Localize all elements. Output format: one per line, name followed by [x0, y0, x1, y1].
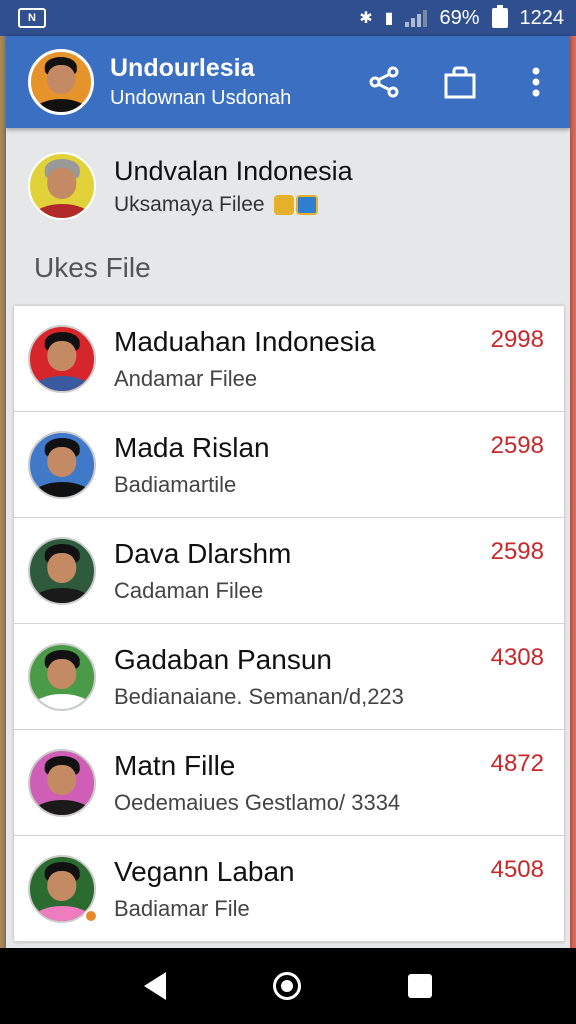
avatar[interactable] [28, 49, 94, 115]
contact-name: Vegann Laban [114, 855, 295, 887]
share-icon [369, 66, 399, 98]
money-bag-icon [274, 194, 295, 215]
contact-subtitle: Andamar Filee [114, 365, 258, 391]
status-badge [84, 909, 98, 923]
list-item[interactable]: Vegann Laban Badiamar File 4508 [14, 836, 564, 942]
list-item[interactable]: Gadaban Pansun Bedianaiane. Semanan/d,22… [14, 624, 564, 730]
contact-subtitle: Oedemaiues Gestlamo/ 3334 [114, 789, 401, 815]
home-icon[interactable] [272, 972, 301, 1000]
profile-name: Undvalan Indonesia [114, 155, 353, 186]
contact-name: Gadaban Pansun [114, 643, 332, 675]
battery-percent: 69% [439, 6, 480, 29]
contact-subtitle: Cadaman Filee [114, 577, 264, 603]
app-bar: Undourlesia Undownan Usdonah [6, 36, 570, 128]
contact-subtitle: Bedianaiane. Semanan/d,223 [114, 683, 404, 709]
contact-count: 2598 [490, 432, 544, 459]
battery-icon [491, 5, 508, 28]
app-window: Undourlesia Undownan Usdonah Undvalan In… [6, 36, 570, 948]
back-icon[interactable] [143, 972, 166, 1000]
more-button[interactable] [518, 64, 554, 100]
vibrate-icon: ▮ [384, 10, 394, 27]
contact-name: Mada Rislan [114, 431, 270, 463]
app-title: Undourlesia [110, 54, 255, 82]
contact-name: Maduahan Indonesia [114, 325, 376, 357]
contact-count: 4872 [490, 750, 544, 777]
avatar [28, 152, 96, 220]
navigation-bar [0, 948, 576, 1024]
list-item[interactable]: Maduahan Indonesia Andamar Filee 2998 [14, 306, 564, 412]
contact-subtitle: Badiamartile [114, 471, 237, 497]
contact-count: 2998 [490, 326, 544, 353]
contact-name: Matn Fille [114, 749, 236, 781]
recent-apps-icon[interactable] [408, 974, 433, 998]
clock: 1224 [519, 6, 565, 29]
contact-count: 2598 [490, 538, 544, 565]
avatar [28, 536, 96, 605]
bag-button[interactable] [442, 64, 478, 100]
section-title: Ukes File [34, 252, 151, 283]
avatar [28, 642, 96, 711]
nfc-icon: ✱ [359, 10, 373, 27]
contact-list: Maduahan Indonesia Andamar Filee 2998 Ma… [14, 306, 564, 942]
contact-count: 4308 [490, 644, 544, 671]
list-item[interactable]: Mada Rislan Badiamartile 2598 [14, 412, 564, 518]
contact-count: 4508 [490, 856, 544, 883]
avatar [28, 430, 96, 499]
signal-icon [405, 9, 428, 27]
bag-icon [444, 66, 476, 99]
notification-icon: N [18, 8, 46, 28]
profile-row[interactable]: Undvalan Indonesia Uksamaya Filee [6, 128, 570, 224]
status-bar: N ✱ ▮ 69% 1224 [0, 0, 576, 36]
chart-icon [296, 194, 319, 215]
profile-subtitle: Uksamaya Filee [114, 193, 353, 217]
list-item[interactable]: Matn Fille Oedemaiues Gestlamo/ 3334 487… [14, 730, 564, 836]
more-vert-icon [532, 67, 540, 97]
avatar [28, 324, 96, 393]
avatar [28, 748, 96, 817]
share-button[interactable] [366, 64, 402, 100]
contact-subtitle: Badiamar File [114, 895, 250, 921]
app-subtitle: Undownan Usdonah [110, 87, 292, 109]
list-item[interactable]: Dava Dlarshm Cadaman Filee 2598 [14, 518, 564, 624]
contact-name: Dava Dlarshm [114, 537, 292, 569]
